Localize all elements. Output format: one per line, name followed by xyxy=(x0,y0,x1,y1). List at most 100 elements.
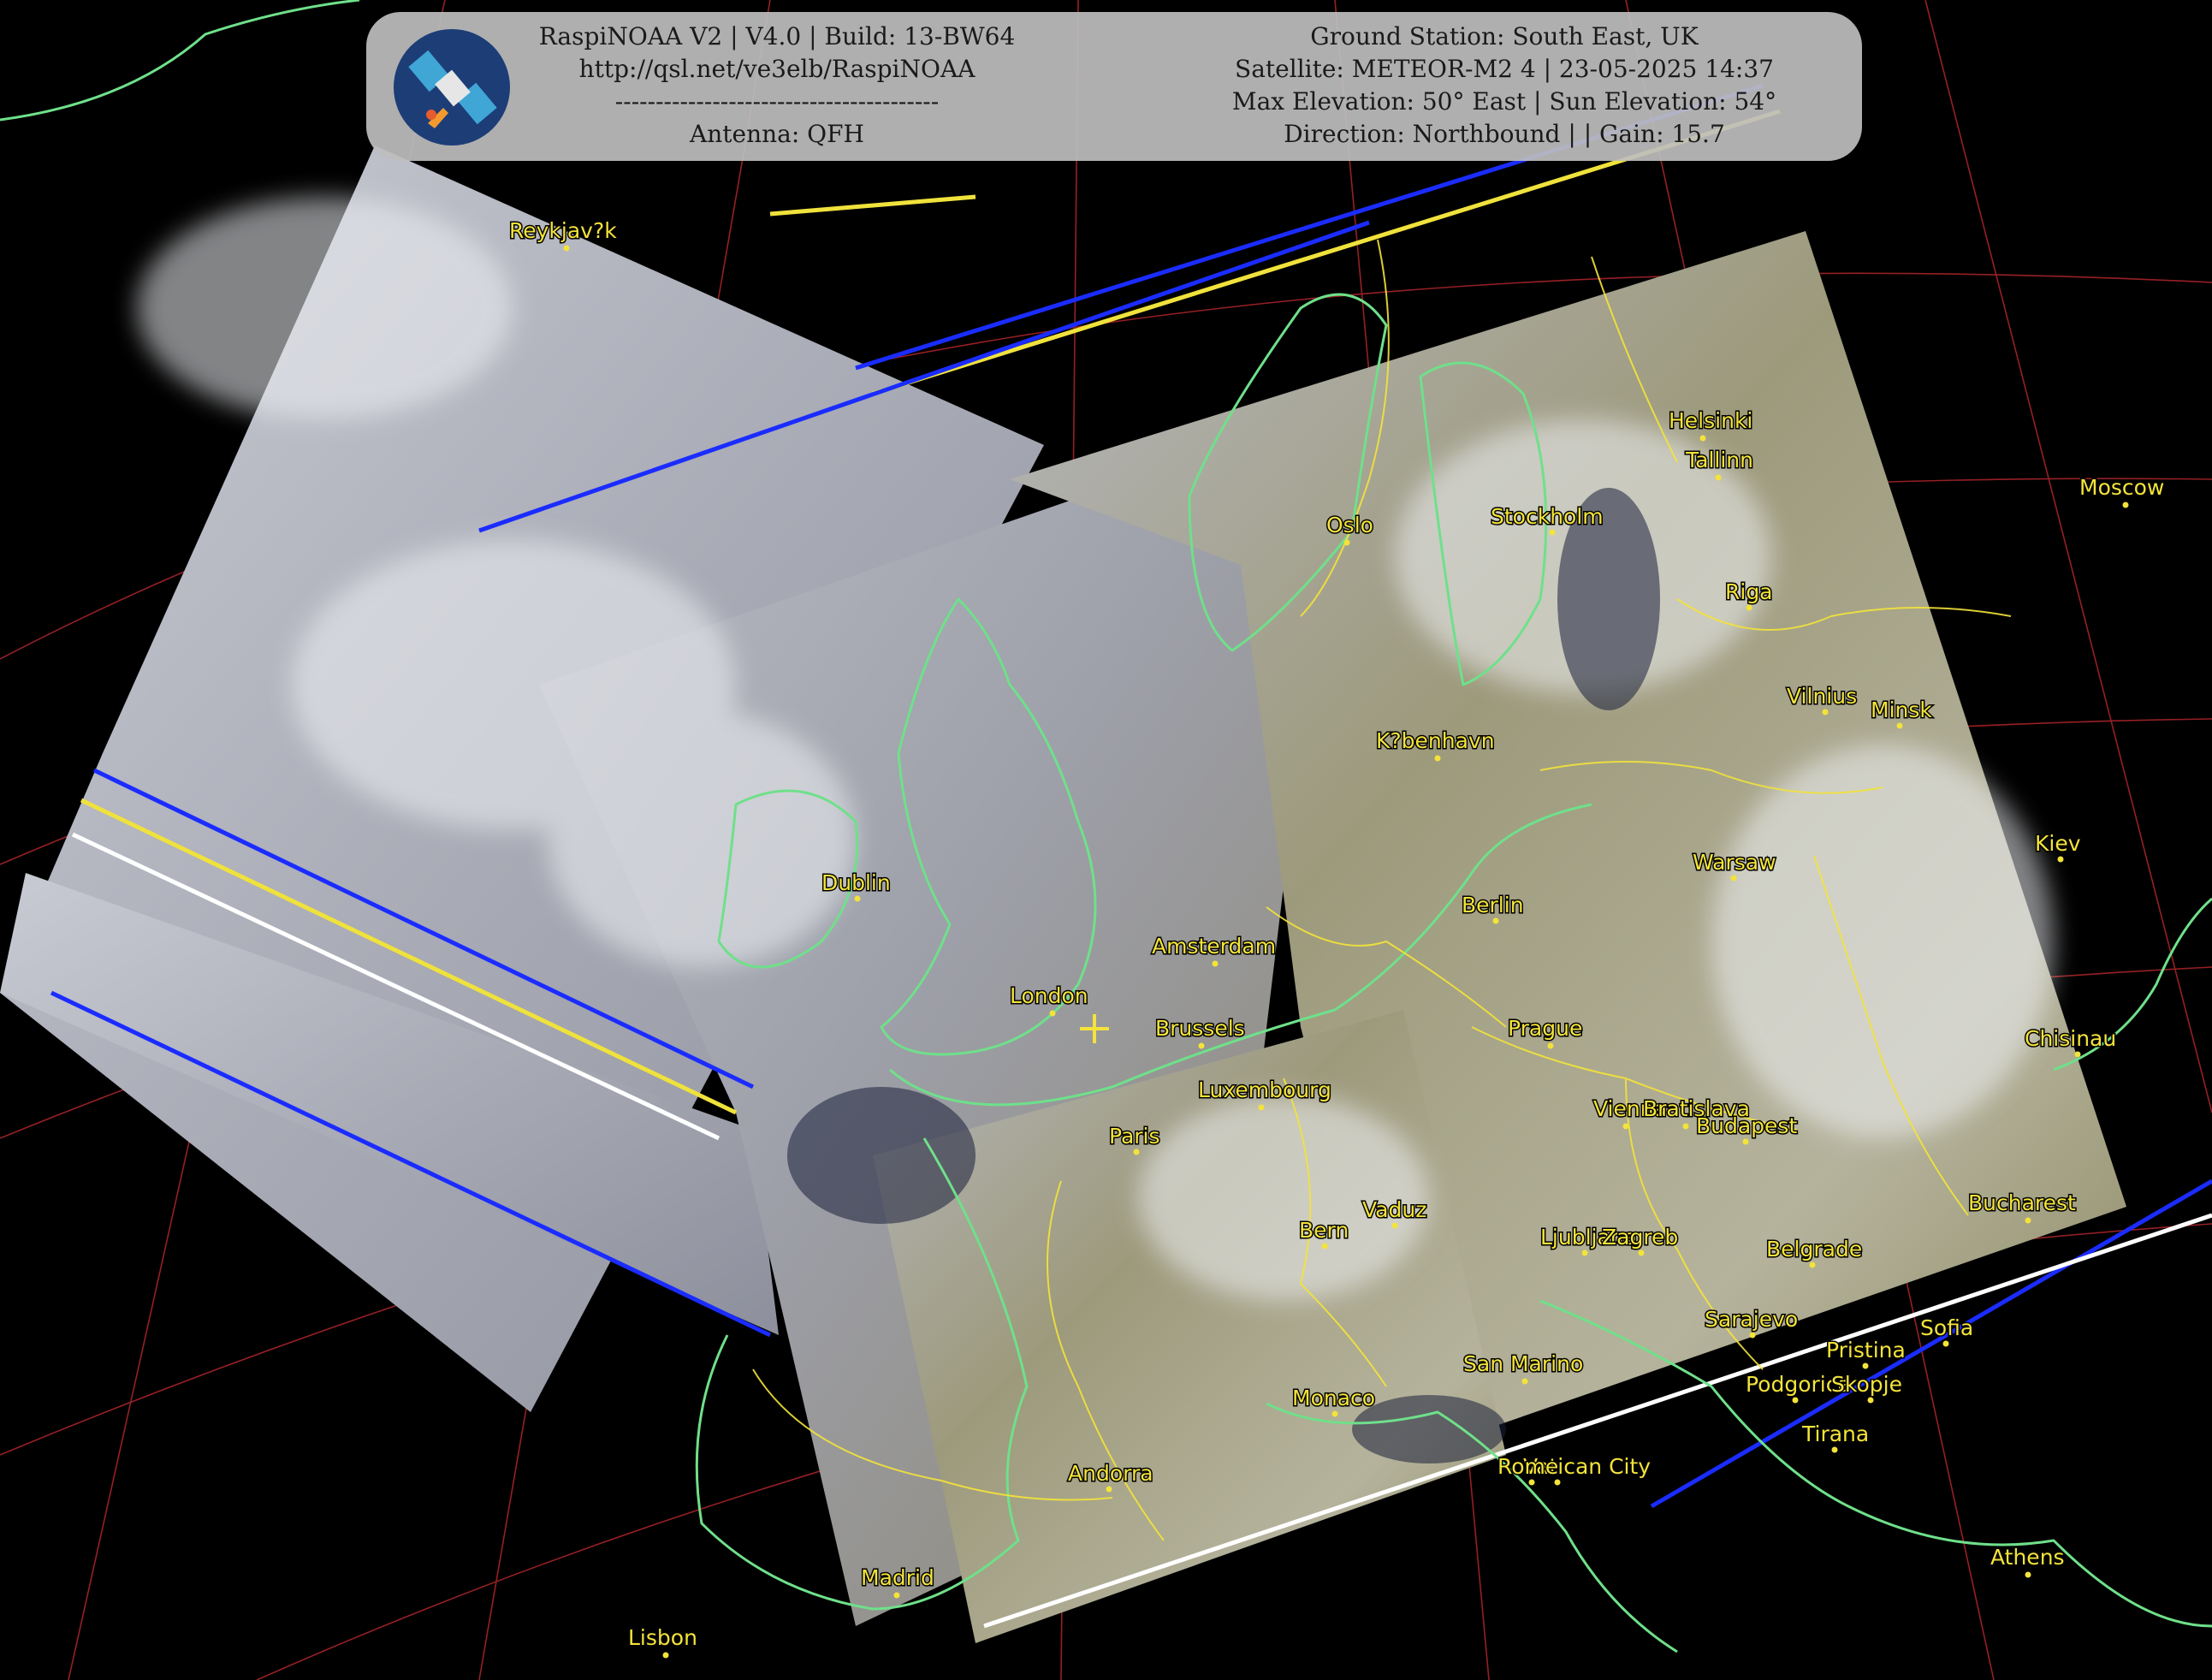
city-dot xyxy=(1730,875,1737,882)
city-dot xyxy=(1862,1362,1869,1369)
city-label: Madrid xyxy=(861,1565,934,1590)
city-label: Andorra xyxy=(1068,1461,1153,1486)
city-label: Stockholm xyxy=(1491,504,1604,529)
city-dot xyxy=(893,1592,900,1599)
city-label: Warsaw xyxy=(1693,850,1776,875)
satellite-swaths xyxy=(0,83,2212,1643)
city-dot xyxy=(2025,1217,2031,1224)
city-dot xyxy=(1715,474,1722,481)
city-sofia: Sofia xyxy=(1919,1315,1975,1347)
satellite-icon xyxy=(394,29,510,145)
city-label: Amsterdam xyxy=(1152,934,1276,959)
city-dot xyxy=(1831,1446,1838,1453)
separator-text: ---------------------------------------- xyxy=(614,87,940,116)
city-label: Sofia xyxy=(1920,1315,1973,1340)
city-dot xyxy=(2025,1571,2031,1578)
city-dot xyxy=(1547,1042,1554,1049)
city-label: Chisinau xyxy=(2025,1026,2116,1051)
city-dot xyxy=(1792,1397,1799,1404)
city-dot xyxy=(1554,1479,1561,1486)
city-dot xyxy=(1492,917,1499,924)
city-dot xyxy=(1198,1042,1205,1049)
city-label: Paris xyxy=(1109,1124,1160,1149)
city-dot xyxy=(1212,960,1219,967)
city-dot xyxy=(1638,1250,1645,1256)
city-dot xyxy=(2074,1051,2081,1058)
city-label: Moscow xyxy=(2079,475,2164,500)
city-label: Prague xyxy=(1508,1016,1582,1041)
city-label: Berlin xyxy=(1462,893,1524,917)
city-dot xyxy=(1343,539,1350,546)
city-skopje: Skopje xyxy=(1830,1371,1903,1404)
city-kiev: Kiev xyxy=(2034,830,2082,863)
city-dot xyxy=(1331,1410,1338,1417)
direction-gain-text: Direction: Northbound | | Gain: 15.7 xyxy=(1284,120,1725,148)
city-label: Riga xyxy=(1725,579,1773,604)
map-canvas: Reykjav?k Helsinki Tallinn Moscow Oslo Stockh… xyxy=(0,0,2212,1680)
antenna-text: Antenna: QFH xyxy=(690,120,864,148)
ground-station-text: Ground Station: South East, UK xyxy=(1310,22,1699,50)
city-dot xyxy=(854,895,861,902)
city-lisbon: Lisbon xyxy=(627,1624,698,1659)
city-dot xyxy=(1434,755,1441,762)
city-dot xyxy=(1049,1010,1056,1017)
city-dot xyxy=(1942,1340,1949,1347)
city-label: Rome xyxy=(1497,1454,1558,1479)
city-dot xyxy=(563,245,570,252)
city-label: Monaco xyxy=(1292,1386,1375,1410)
city-dot xyxy=(1106,1486,1112,1493)
software-version-text: RaspiNOAA V2 | V4.0 | Build: 13-BW64 xyxy=(538,22,1016,50)
project-url-text: http://qsl.net/ve3elb/RaspiNOAA xyxy=(578,55,976,83)
city-label: Luxembourg xyxy=(1198,1077,1331,1102)
city-dot xyxy=(1749,1332,1756,1339)
city-dot xyxy=(1133,1149,1140,1155)
city-athens: Athens xyxy=(1990,1544,2066,1578)
city-label: Helsinki xyxy=(1669,408,1752,433)
city-tirana: Tirana xyxy=(1800,1421,1871,1453)
city-label: Bern xyxy=(1299,1218,1349,1243)
city-label: Budapest xyxy=(1696,1113,1797,1138)
city-dot xyxy=(1258,1104,1265,1111)
city-label: Lisbon xyxy=(628,1625,697,1650)
city-dot xyxy=(1822,709,1829,715)
city-dot xyxy=(1896,722,1903,729)
city-label: Sarajevo xyxy=(1705,1307,1798,1332)
city-dot xyxy=(1809,1261,1816,1268)
city-dot xyxy=(1746,604,1752,611)
satellite-map-image: Reykjav?k Helsinki Tallinn Moscow Oslo Stockh… xyxy=(0,0,2212,1680)
city-dot xyxy=(662,1652,669,1659)
city-dot xyxy=(1549,529,1556,536)
city-label: Bucharest xyxy=(1968,1190,2076,1215)
city-label: Dublin xyxy=(821,870,891,895)
city-label: Athens xyxy=(1990,1545,2065,1570)
city-dot xyxy=(1742,1138,1749,1145)
city-label: Minsk xyxy=(1871,698,1932,722)
city-label: Vilnius xyxy=(1787,684,1857,709)
city-label: Reykjav?k xyxy=(509,218,617,243)
city-label: San Marino xyxy=(1463,1351,1583,1376)
city-label: Vaduz xyxy=(1362,1197,1426,1222)
city-dot xyxy=(1581,1250,1588,1256)
city-dot xyxy=(2122,502,2129,508)
satellite-pass-text: Satellite: METEOR-M2 4 | 23-05-2025 14:3… xyxy=(1235,55,1774,83)
city-moscow: Moscow xyxy=(2079,474,2166,508)
city-label: London xyxy=(1010,983,1088,1008)
pass-info-banner: RaspiNOAA V2 | V4.0 | Build: 13-BW64 htt… xyxy=(366,12,1862,161)
city-dot xyxy=(1528,1479,1535,1486)
city-label: Tallinn xyxy=(1685,448,1753,472)
city-label: Tirana xyxy=(1801,1422,1869,1446)
city-label: Brussels xyxy=(1155,1016,1245,1041)
city-dot xyxy=(1699,435,1706,442)
city-dot xyxy=(1391,1222,1398,1229)
city-dot xyxy=(2057,856,2064,863)
city-label: Skopje xyxy=(1831,1372,1902,1397)
city-label: Oslo xyxy=(1326,513,1373,537)
city-dot xyxy=(1521,1378,1528,1385)
city-rome: Rome xyxy=(1497,1453,1560,1486)
city-label: Pristina xyxy=(1826,1338,1906,1362)
elevation-text: Max Elevation: 50° East | Sun Elevation:… xyxy=(1231,87,1777,116)
city-dot xyxy=(1321,1243,1328,1250)
city-dot xyxy=(1867,1397,1874,1404)
city-dot xyxy=(1622,1123,1629,1130)
city-label: Belgrade xyxy=(1766,1237,1862,1261)
